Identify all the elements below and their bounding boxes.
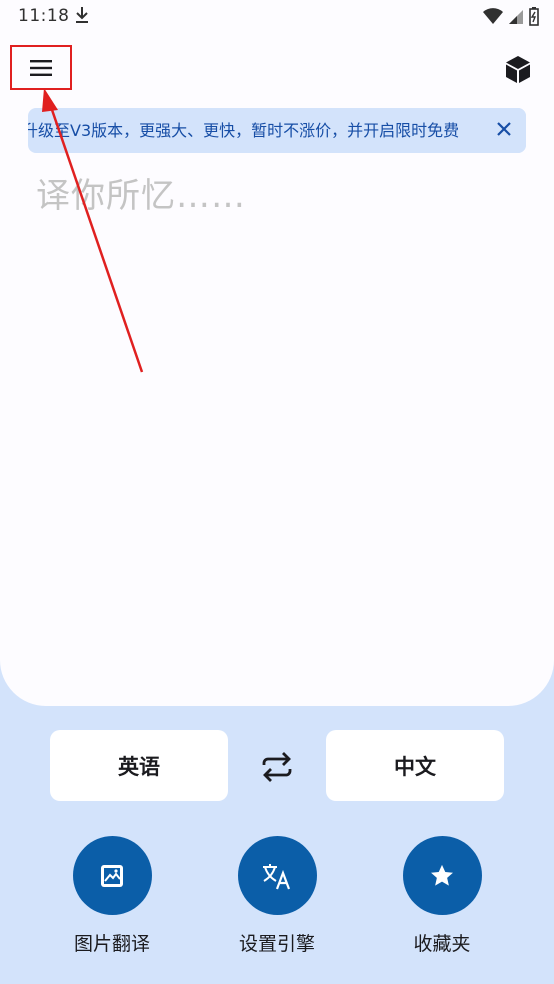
close-icon xyxy=(497,122,511,136)
engine-settings-button[interactable]: 设置引擎 xyxy=(217,836,337,956)
image-icon xyxy=(101,864,123,887)
signal-icon xyxy=(509,10,523,24)
source-language-button[interactable]: 英语 xyxy=(50,730,228,801)
status-icons xyxy=(482,6,540,26)
menu-button[interactable] xyxy=(10,45,72,90)
banner-text: 升级至V3版本，更强大、更快，暂时不涨价，并开启限时免费 xyxy=(28,121,460,140)
swap-icon xyxy=(262,752,292,782)
cube-icon xyxy=(506,56,530,83)
star-icon xyxy=(431,864,453,886)
announcement-banner: 升级至V3版本，更强大、更快，暂时不涨价，并开启限时免费 xyxy=(28,108,526,153)
main-panel xyxy=(0,0,554,706)
target-language-button[interactable]: 中文 xyxy=(326,730,504,801)
source-language-label: 英语 xyxy=(118,754,160,779)
battery-icon xyxy=(529,7,539,26)
banner-close-button[interactable] xyxy=(492,117,516,141)
hamburger-menu-icon xyxy=(30,59,52,76)
engine-settings-circle xyxy=(237,836,317,915)
download-icon xyxy=(74,5,90,30)
image-translate-button[interactable]: 图片翻译 xyxy=(52,836,172,956)
image-translate-label: 图片翻译 xyxy=(73,933,150,955)
engine-settings-label: 设置引擎 xyxy=(238,933,315,955)
cube-button[interactable] xyxy=(504,54,532,84)
favorites-circle xyxy=(402,836,482,915)
source-text-input[interactable]: 译你所忆…… xyxy=(36,168,516,218)
swap-languages-button[interactable] xyxy=(258,748,296,786)
wifi-icon xyxy=(483,8,503,24)
translate-icon xyxy=(263,863,291,889)
image-translate-circle xyxy=(72,836,152,915)
favorites-label: 收藏夹 xyxy=(413,933,471,955)
favorites-button[interactable]: 收藏夹 xyxy=(382,836,502,956)
status-time: 11:18 xyxy=(18,6,70,26)
status-bar: 11:18 xyxy=(0,0,554,32)
target-language-label: 中文 xyxy=(394,754,436,779)
